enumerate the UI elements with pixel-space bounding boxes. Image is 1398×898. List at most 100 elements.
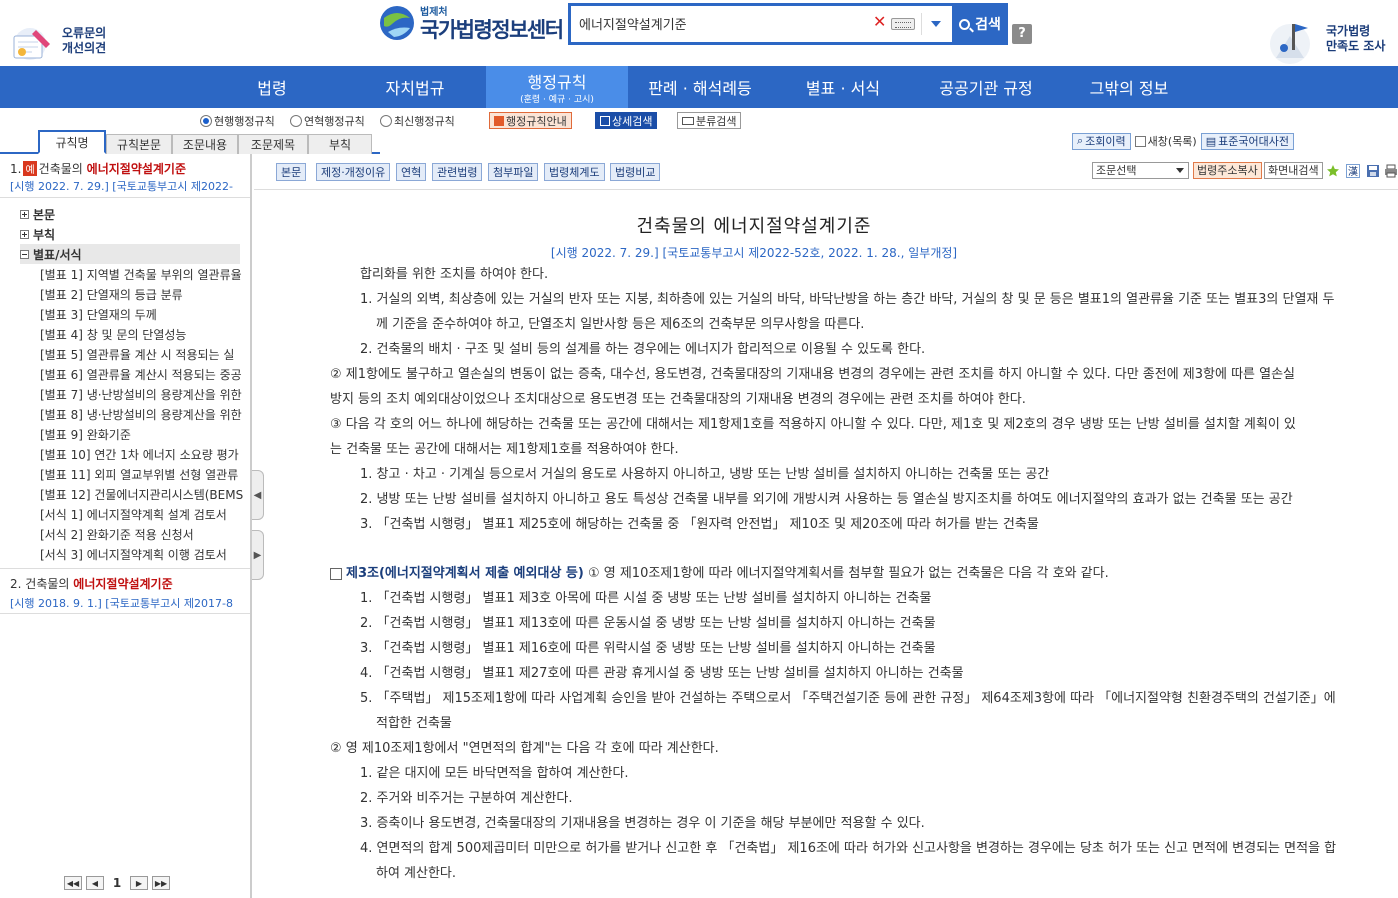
revision-reason-button[interactable]: 제정·개정이유 xyxy=(316,163,391,181)
print-icon[interactable] xyxy=(1384,164,1398,178)
first-page-icon[interactable]: ◀◀ xyxy=(64,876,82,890)
tree-leaf[interactable]: [별표 11] 외피 열교부위별 선형 열관류 xyxy=(40,466,238,483)
copy-address-button[interactable]: 법령주소복사 xyxy=(1193,162,1262,179)
tree-leaf[interactable]: [별표 8] 냉·난방설비의 용량계산을 위한 xyxy=(40,406,242,423)
tree-node-label: 본문 xyxy=(33,208,56,222)
class-search-icon xyxy=(682,116,694,125)
nav-sublabel: (훈령 · 예규 · 고시) xyxy=(520,95,594,105)
main-nav: 법령 자치법규 행정규칙 (훈령 · 예규 · 고시) 판례 · 해석례등 별표… xyxy=(0,66,1398,108)
article-line: 3. 증축이나 용도변경, 건축물대장의 기재내용을 변경하는 경우 이 기준을… xyxy=(360,816,925,831)
result-index: 2. xyxy=(10,577,22,591)
hanja-icon[interactable]: 漢 xyxy=(1346,164,1360,178)
history-button[interactable]: ⌕ 조회이력 xyxy=(1072,132,1131,150)
radio-latest-rule[interactable]: 최신행정규칙 xyxy=(380,113,455,129)
tree-node-addenda[interactable]: 부칙 xyxy=(20,226,55,243)
body-line: 3. 「건축법 시행령」 별표1 제25호에 해당하는 건축물 중 「원자력 안… xyxy=(360,517,1039,532)
related-law-button[interactable]: 관련법령 xyxy=(432,163,483,181)
find-in-page-button[interactable]: 화면내검색 xyxy=(1264,162,1323,179)
next-page-icon[interactable]: ▶ xyxy=(130,876,148,890)
history-list-button[interactable]: 연혁 xyxy=(396,163,427,181)
nav-public-org[interactable]: 공공기관 규정 xyxy=(914,66,1058,108)
radio-current-rule[interactable]: 현행행정규칙 xyxy=(200,113,275,129)
article-title[interactable]: 제3조(에너지절약계획서 제출 예외대상 등) xyxy=(346,566,584,581)
tree-leaf[interactable]: [별표 4] 창 및 문의 단열성능 xyxy=(40,326,186,343)
star-icon[interactable] xyxy=(1326,164,1340,178)
dictionary-label: 표준국어대사전 xyxy=(1218,135,1289,148)
tree-leaf[interactable]: [별표 6] 열관류율 계산시 적용되는 중공 xyxy=(40,366,242,383)
plus-icon xyxy=(20,230,29,239)
result-title: 2. 건축물의 에너지절약설계기준 xyxy=(10,575,173,592)
nav-admin-rule[interactable]: 행정규칙 (훈령 · 예규 · 고시) xyxy=(486,66,628,108)
nav-other-info[interactable]: 그밖의 정보 xyxy=(1058,66,1200,108)
tree-leaf[interactable]: [서식 3] 에너지절약계획 이행 검토서 xyxy=(40,546,227,563)
tab-article-content[interactable]: 조문내용 xyxy=(172,134,238,154)
nav-law[interactable]: 법령 xyxy=(200,66,344,108)
nav-precedent[interactable]: 판례 · 해석례등 xyxy=(628,66,772,108)
feedback-link[interactable]: 오류문의 개선의견 xyxy=(6,22,116,62)
article-line: ② 영 제10조제1항에서 "연면적의 합계"는 다음 각 호에 따라 계산한다… xyxy=(330,741,719,756)
tab-addenda[interactable]: 부칙 xyxy=(308,134,372,154)
tree-leaf[interactable]: [서식 1] 에너지절약계획 설계 검토서 xyxy=(40,506,227,523)
detail-search-label: 상세검색 xyxy=(612,114,653,128)
nav-attachment-form[interactable]: 별표 · 서식 xyxy=(772,66,914,108)
result-item[interactable]: 2. 건축물의 에너지절약설계기준 [시행 2018. 9. 1.] [국토교통… xyxy=(0,568,250,614)
tree-node-attachments[interactable]: 별표/서식 xyxy=(20,244,240,264)
tree-leaf[interactable]: [별표 9] 완화기준 xyxy=(40,426,131,443)
save-icon[interactable] xyxy=(1366,164,1380,178)
rule-guide-button[interactable]: 행정규칙안내 xyxy=(489,112,572,129)
page-number[interactable]: 1 xyxy=(108,876,126,890)
checkbox-box xyxy=(1134,135,1146,147)
chevron-down-icon[interactable] xyxy=(921,13,949,35)
clear-icon[interactable]: ✕ xyxy=(873,12,886,31)
search-box: ✕ 검색 xyxy=(568,3,1008,45)
tree-leaf[interactable]: [별표 3] 단열재의 두께 xyxy=(40,306,157,323)
keyboard-icon[interactable] xyxy=(891,18,915,30)
status-badge: 예 xyxy=(23,161,37,176)
article-line: 하여 계산한다. xyxy=(376,866,457,881)
survey-line2: 만족도 조사 xyxy=(1326,39,1386,53)
nav-label: 행정규칙 xyxy=(527,73,587,92)
article-select[interactable]: 조문선택 xyxy=(1092,162,1189,179)
nav-label: 자치법규 xyxy=(385,79,445,98)
search-input[interactable] xyxy=(579,11,859,35)
article-line: 2. 「건축법 시행령」 별표1 제13호에 따른 운동시설 중 냉방 또는 난… xyxy=(360,616,936,631)
nav-label: 판례 · 해석례등 xyxy=(648,79,752,98)
law-structure-button[interactable]: 법령체계도 xyxy=(544,163,605,181)
prev-page-icon[interactable]: ◀ xyxy=(86,876,104,890)
class-search-label: 분류검색 xyxy=(696,114,737,128)
result-title: 1. 예 건축물의 에너지절약설계기준 xyxy=(10,160,186,177)
article-checkbox[interactable] xyxy=(330,568,342,580)
detail-search-button[interactable]: 상세검색 xyxy=(595,112,658,129)
tree-node-label: 별표/서식 xyxy=(33,247,82,262)
right-tools: ⌕ 조회이력 새창(목록) ▤ 표준국어대사전 xyxy=(1072,132,1294,150)
tab-rule-body[interactable]: 규칙본문 xyxy=(106,134,172,154)
radio-dot xyxy=(380,115,392,127)
result-item[interactable]: 1. 예 건축물의 에너지절약설계기준 [시행 2022. 7. 29.] [국토교… xyxy=(0,154,250,198)
tab-article-title[interactable]: 조문제목 xyxy=(238,134,308,154)
tree-leaf[interactable]: [별표 1] 지역별 건축물 부위의 열관류율 xyxy=(40,266,242,283)
pagination: ◀◀ ◀ 1 ▶ ▶▶ xyxy=(64,876,170,890)
radio-dot xyxy=(200,115,212,127)
radio-history-rule[interactable]: 연혁행정규칙 xyxy=(290,113,365,129)
tree-leaf[interactable]: [서식 2] 완화기준 적용 신청서 xyxy=(40,526,194,543)
site-logo[interactable]: 법제처 국가법령정보센터 xyxy=(378,2,564,46)
body-button[interactable]: 본문 xyxy=(276,163,307,181)
dictionary-button[interactable]: ▤ 표준국어대사전 xyxy=(1200,132,1294,150)
search-button[interactable]: 검색 xyxy=(952,3,1008,45)
tree-leaf[interactable]: [별표 5] 열관류율 계산 시 적용되는 실 xyxy=(40,346,234,363)
nav-local-law[interactable]: 자치법규 xyxy=(344,66,486,108)
attachments-button[interactable]: 첨부파일 xyxy=(488,163,539,181)
tree-leaf[interactable]: [별표 12] 건물에너지관리시스템(BEMS xyxy=(40,486,243,503)
newwin-checkbox[interactable]: 새창(목록) xyxy=(1134,133,1197,149)
tree-leaf[interactable]: [별표 2] 단열재의 등급 분류 xyxy=(40,286,183,303)
tree-leaf[interactable]: [별표 7] 냉·난방설비의 용량계산을 위한 xyxy=(40,386,242,403)
svg-text:漢: 漢 xyxy=(1348,165,1358,178)
tree-node-body[interactable]: 본문 xyxy=(20,206,55,223)
tree-leaf[interactable]: [별표 10] 연간 1차 에너지 소요량 평가 xyxy=(40,446,239,463)
help-button[interactable]: ? xyxy=(1012,24,1032,44)
law-compare-button[interactable]: 법령비교 xyxy=(610,163,661,181)
survey-link[interactable]: 국가법령 만족도 조사 xyxy=(1262,18,1392,64)
last-page-icon[interactable]: ▶▶ xyxy=(152,876,170,890)
tab-rule-name[interactable]: 규칙명 xyxy=(38,130,106,154)
class-search-button[interactable]: 분류검색 xyxy=(677,112,742,129)
